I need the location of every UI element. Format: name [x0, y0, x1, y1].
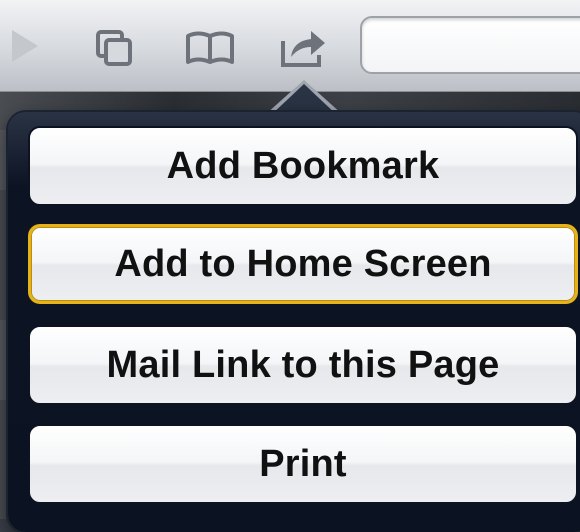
bookmarks-button[interactable] [184, 22, 236, 74]
tabs-button[interactable] [88, 22, 140, 74]
play-triangle-icon [12, 30, 38, 62]
tabs-icon [96, 30, 132, 66]
address-field[interactable] [360, 16, 580, 74]
open-book-icon [186, 31, 234, 64]
back-button[interactable] [0, 20, 48, 72]
browser-toolbar [0, 0, 580, 92]
add-to-home-screen-button[interactable]: Add to Home Screen [28, 224, 578, 304]
share-button[interactable] [278, 22, 330, 74]
add-to-home-screen-label: Add to Home Screen [114, 242, 492, 285]
add-bookmark-button[interactable]: Add Bookmark [28, 126, 578, 206]
print-label: Print [259, 442, 347, 485]
mail-link-label: Mail Link to this Page [106, 343, 500, 386]
add-bookmark-label: Add Bookmark [166, 144, 440, 187]
print-button[interactable]: Print [28, 424, 578, 504]
share-arrow-icon [281, 31, 325, 67]
mail-link-button[interactable]: Mail Link to this Page [28, 325, 578, 405]
